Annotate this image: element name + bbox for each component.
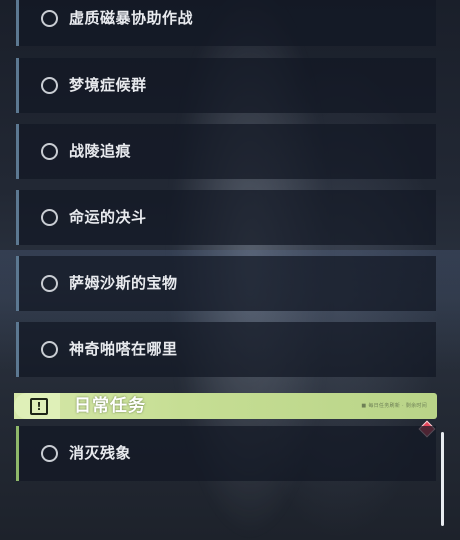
daily-quest-header[interactable]: ! 日常任务 ■ 每日任务刷新 · 剩余时间	[14, 393, 437, 419]
circle-outline-icon	[41, 445, 58, 462]
circle-outline-icon	[41, 77, 58, 94]
quest-label: 战陵追痕	[69, 142, 132, 160]
quest-row-1[interactable]: 虚质磁暴协助作战	[16, 0, 436, 46]
daily-header-title: 日常任务	[74, 396, 146, 416]
quest-label: 萨姆沙斯的宝物	[69, 274, 178, 292]
quest-label: 梦境症候群	[69, 76, 147, 94]
circle-outline-icon	[41, 209, 58, 226]
quest-label: 神奇啪嗒在哪里	[69, 340, 178, 358]
quest-row-3[interactable]: 战陵追痕	[16, 124, 436, 179]
quest-label: 命运的决斗	[69, 208, 147, 226]
circle-outline-icon	[41, 143, 58, 160]
daily-quest-row-1[interactable]: 消灭残象	[16, 426, 436, 481]
quest-label: 虚质磁暴协助作战	[69, 9, 194, 27]
exclamation-box-icon: !	[30, 398, 48, 415]
quest-row-2[interactable]: 梦境症候群	[16, 58, 436, 113]
circle-outline-icon	[41, 341, 58, 358]
daily-header-subtext: ■ 每日任务刷新 · 剩余时间	[361, 403, 427, 409]
quest-label: 消灭残象	[69, 444, 132, 462]
daily-header-icon-box: !	[14, 393, 60, 419]
circle-outline-icon	[41, 10, 58, 27]
circle-outline-icon	[41, 275, 58, 292]
quest-row-5[interactable]: 萨姆沙斯的宝物	[16, 256, 436, 311]
quest-row-6[interactable]: 神奇啪嗒在哪里	[16, 322, 436, 377]
scrollbar[interactable]	[441, 432, 444, 526]
quest-row-4[interactable]: 命运的决斗	[16, 190, 436, 245]
